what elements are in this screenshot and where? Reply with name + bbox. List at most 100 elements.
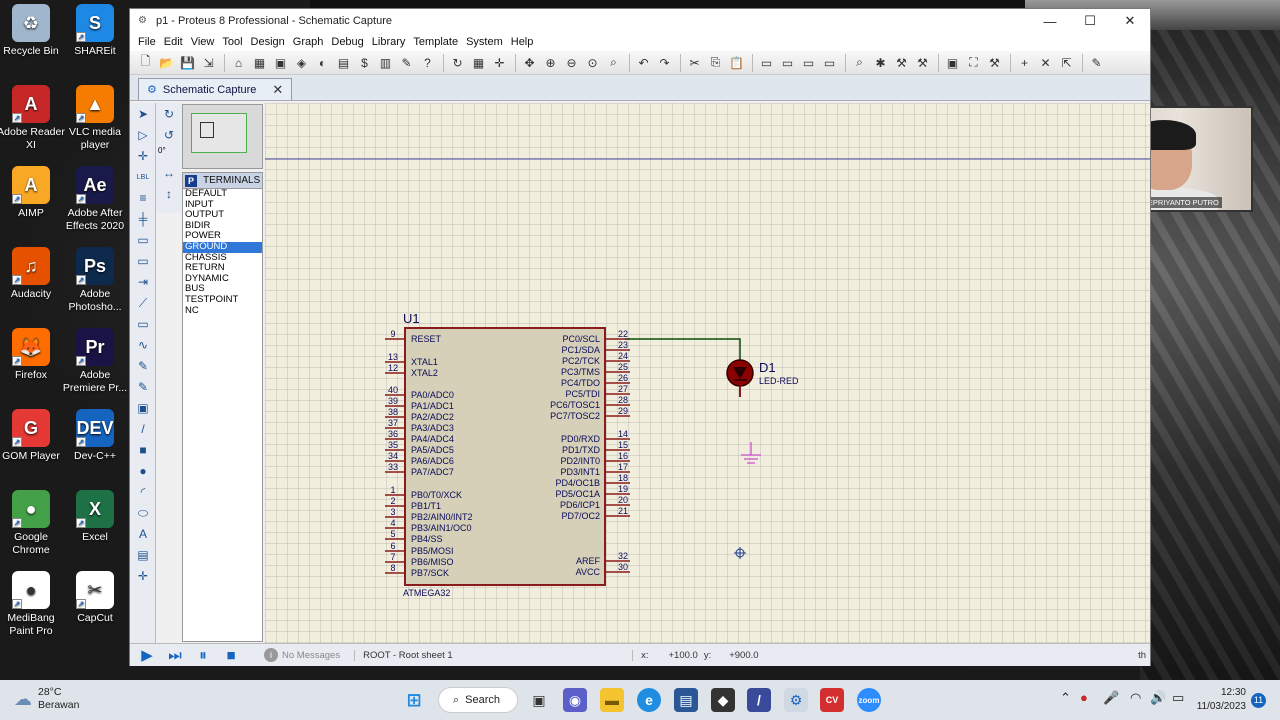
pcb-icon[interactable]: ▣ — [271, 54, 290, 72]
volume-icon[interactable]: 🔊 — [1150, 690, 1166, 706]
line-icon[interactable]: / — [133, 419, 153, 439]
block-move-icon[interactable]: ▭ — [778, 54, 797, 72]
refresh-icon[interactable]: ↻ — [448, 54, 467, 72]
packaging-tool-icon[interactable]: ⚒ — [892, 54, 911, 72]
cost-icon[interactable]: $ — [355, 54, 374, 72]
edge-icon[interactable]: e — [637, 688, 661, 712]
terminal-item-nc[interactable]: NC — [183, 305, 262, 317]
home-icon[interactable]: ⌂ — [229, 54, 248, 72]
subcircuit-icon[interactable]: ▭ — [133, 230, 153, 250]
box-icon[interactable]: ■ — [133, 440, 153, 460]
cut-icon[interactable]: ✂ — [685, 54, 704, 72]
desktop-icon-vlc[interactable]: ▲ ↗ VLC media player — [60, 85, 130, 152]
task-view-icon[interactable]: ▣ — [527, 688, 551, 712]
zoom-in-icon[interactable]: ⊕ — [541, 54, 560, 72]
microphone-icon[interactable]: 🎤 — [1103, 690, 1119, 706]
text-icon[interactable]: A — [133, 524, 153, 544]
gerber-icon[interactable]: ◐ — [313, 54, 332, 72]
schematic-icon[interactable]: ▦ — [250, 54, 269, 72]
minimize-button[interactable]: — — [1030, 14, 1070, 29]
paste-icon[interactable]: 📋 — [727, 54, 746, 72]
bom-icon[interactable]: ▤ — [334, 54, 353, 72]
new-sheet-icon[interactable]: + — [1015, 54, 1034, 72]
file-explorer-icon[interactable]: ▬ — [600, 688, 624, 712]
search-tag-icon[interactable]: ⛶ — [964, 54, 983, 72]
security-icon[interactable]: ● — [1080, 690, 1088, 705]
notification-badge[interactable]: 11 — [1251, 693, 1266, 708]
save-icon[interactable]: 💾 — [178, 54, 197, 72]
help-icon[interactable]: ? — [418, 54, 437, 72]
buses-icon[interactable]: ╪ — [133, 209, 153, 229]
notes-icon[interactable]: ✎ — [397, 54, 416, 72]
menu-debug[interactable]: Debug — [327, 36, 367, 48]
menu-system[interactable]: System — [462, 36, 507, 48]
device-pins-icon[interactable]: ⇥ — [133, 272, 153, 292]
zoom-icon[interactable]: zoom — [857, 688, 881, 712]
menu-graph[interactable]: Graph — [289, 36, 328, 48]
menu-template[interactable]: Template — [409, 36, 462, 48]
block-copy-icon[interactable]: ▭ — [757, 54, 776, 72]
menu-view[interactable]: View — [187, 36, 219, 48]
desktop-icon-chrome[interactable]: ● ↗ Google Chrome — [0, 490, 66, 557]
weather-widget[interactable]: ☁ 28°C Berawan — [14, 686, 79, 712]
maximize-button[interactable]: ☐ — [1070, 13, 1110, 29]
grid-icon[interactable]: ▦ — [469, 54, 488, 72]
desktop-icon-medibang[interactable]: ● ↗ MediBang Paint Pro — [0, 571, 66, 638]
wire-label-icon[interactable]: LBL — [133, 167, 153, 187]
pause-button[interactable]: ⏸ — [192, 646, 214, 664]
search-box[interactable]: ⌕ Search — [438, 687, 518, 713]
path-icon[interactable]: ⬭ — [133, 503, 153, 523]
component-mode-icon[interactable]: ▷ — [133, 125, 153, 145]
pick-devices-button[interactable]: P — [185, 174, 197, 187]
mirror-x-icon[interactable]: ↔ — [159, 163, 179, 183]
origin-icon[interactable]: ✛ — [490, 54, 509, 72]
voltage-probe-icon[interactable]: ✎ — [133, 356, 153, 376]
desktop-icon-capcut[interactable]: ✂ ↗ CapCut — [60, 571, 130, 625]
stop-button[interactable]: ■ — [220, 646, 242, 664]
circle-icon[interactable]: ● — [133, 461, 153, 481]
rotate-ccw-icon[interactable]: ↺ — [159, 125, 179, 145]
terminal-item-ground[interactable]: GROUND — [183, 241, 262, 253]
terminal-item-testpoint[interactable]: TESTPOINT — [183, 294, 262, 306]
wifi-icon[interactable]: ◠ — [1130, 690, 1141, 706]
current-probe-icon[interactable]: ✎ — [133, 377, 153, 397]
overview-window[interactable] — [182, 104, 263, 169]
desktop-icon-shareit[interactable]: S ↗ SHAREit — [60, 4, 130, 58]
proteus-taskbar-icon[interactable]: ⚙ — [784, 688, 808, 712]
battery-icon[interactable]: ▭ — [1172, 690, 1184, 706]
import-icon[interactable]: ⇲ — [199, 54, 218, 72]
decompose-icon[interactable]: ⚒ — [913, 54, 932, 72]
3d-viewer-icon[interactable]: ◈ — [292, 54, 311, 72]
property-tool-icon[interactable]: ⚒ — [985, 54, 1004, 72]
mirror-y-icon[interactable]: ↕ — [159, 184, 179, 204]
junction-dot-icon[interactable]: ✛ — [133, 146, 153, 166]
cvavr-icon[interactable]: CV — [820, 688, 844, 712]
menu-design[interactable]: Design — [247, 36, 289, 48]
menu-library[interactable]: Library — [368, 36, 410, 48]
design-explorer-icon[interactable]: ✎ — [1087, 54, 1106, 72]
start-icon[interactable]: ⊞ — [402, 688, 426, 712]
clock[interactable]: 12:30 11/03/2023 — [1196, 686, 1246, 714]
step-button[interactable]: ⏭ — [164, 646, 186, 664]
menu-file[interactable]: File — [134, 36, 160, 48]
pick-parts-icon[interactable]: ⌕ — [850, 54, 869, 72]
visual-studio-code-icon[interactable]: / — [747, 688, 771, 712]
tape-recorder-icon[interactable]: ▭ — [133, 314, 153, 334]
marker-icon[interactable]: ✛ — [133, 566, 153, 586]
wire-autorouter-icon[interactable]: ▣ — [943, 54, 962, 72]
desktop-icon-excel[interactable]: X ↗ Excel — [60, 490, 130, 544]
unity-icon[interactable]: ◆ — [711, 688, 735, 712]
copy-icon[interactable]: ⎘ — [706, 54, 725, 72]
virtual-instruments-icon[interactable]: ▣ — [133, 398, 153, 418]
block-delete-icon[interactable]: ▭ — [820, 54, 839, 72]
play-button[interactable]: ▶ — [136, 646, 158, 664]
make-device-icon[interactable]: ✱ — [871, 54, 890, 72]
desktop-icon-photoshop[interactable]: Ps ↗ Adobe Photosho... — [60, 247, 130, 314]
desktop-icon-devcpp[interactable]: DEV ↗ Dev-C++ — [60, 409, 130, 463]
arc-icon[interactable]: ◜ — [133, 482, 153, 502]
exit-parent-icon[interactable]: ⇱ — [1057, 54, 1076, 72]
redo-icon[interactable]: ↷ — [655, 54, 674, 72]
tab-close-icon[interactable]: ✕ — [272, 82, 283, 98]
zoom-out-icon[interactable]: ⊖ — [562, 54, 581, 72]
schematic-drawing[interactable]: U1 ATMEGA32 9 RESET13 XTAL112 XTAL240 PA0/AD… — [265, 103, 1150, 643]
